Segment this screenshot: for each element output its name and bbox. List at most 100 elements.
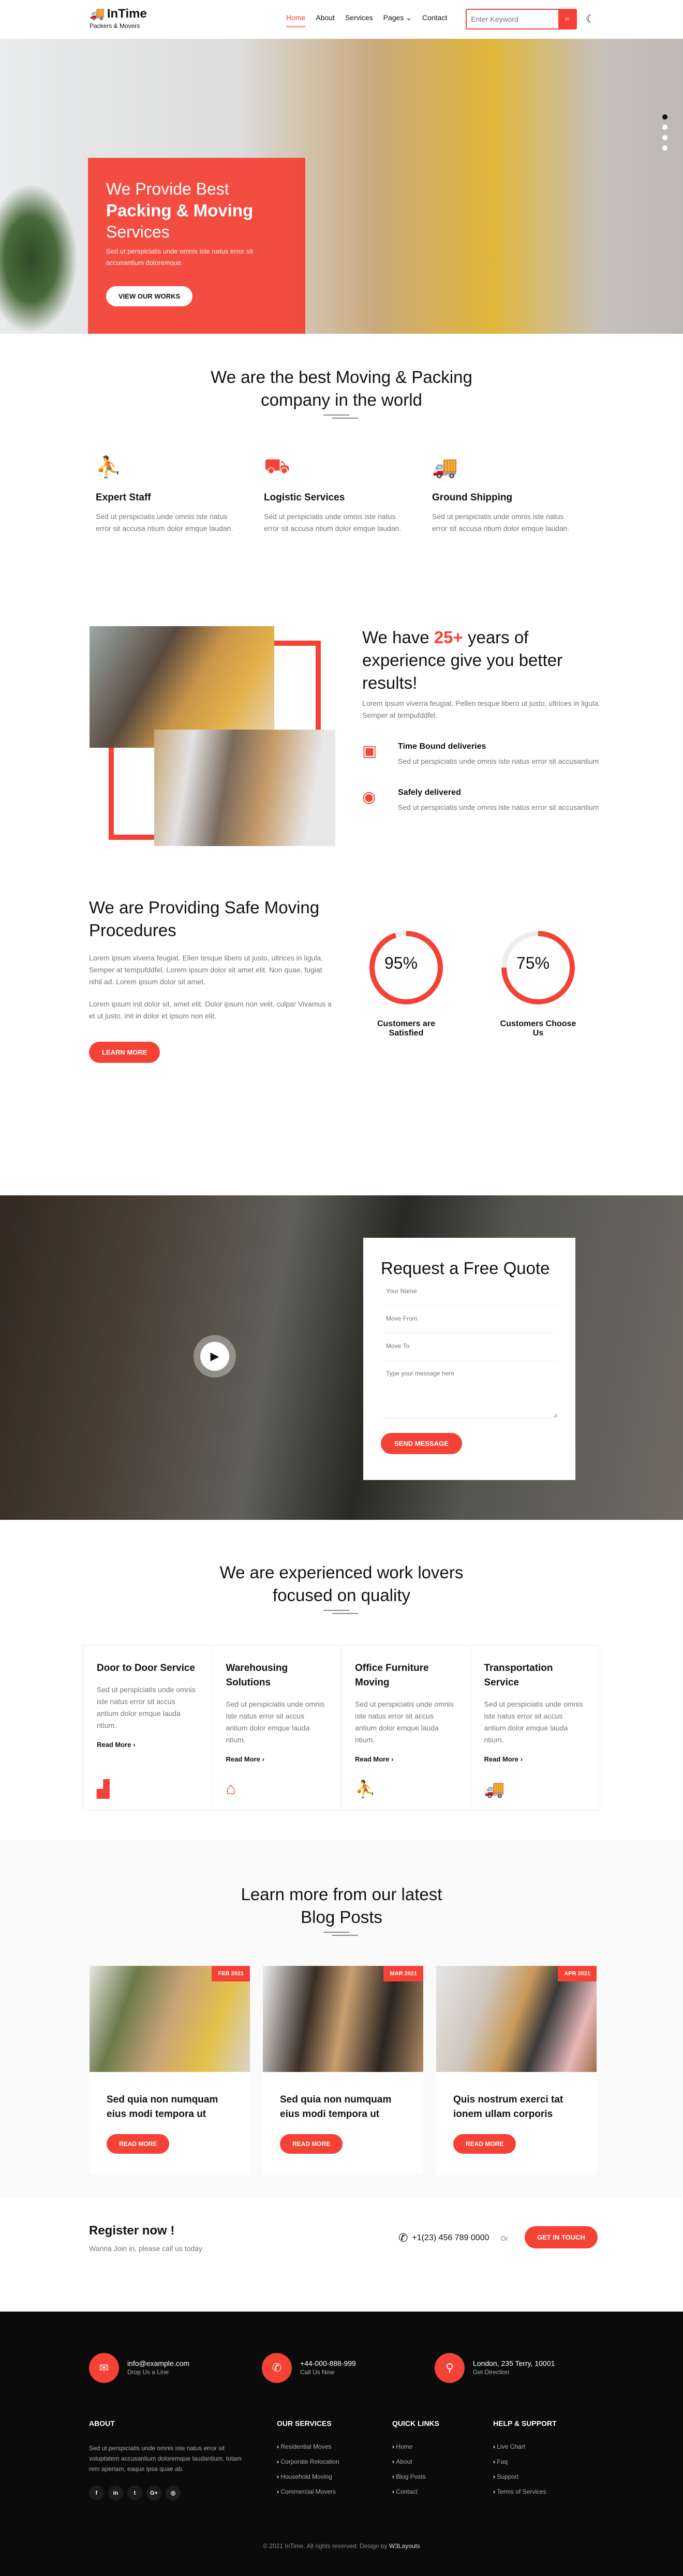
read-more-link[interactable]: Read More › <box>226 1755 328 1763</box>
post-title[interactable]: Sed quia non numquam eius modi tempora u… <box>280 2093 406 2122</box>
post-date: MAR 2021 <box>383 1966 423 1981</box>
read-more-link[interactable]: Read More › <box>355 1755 457 1763</box>
post-image[interactable]: MAR 2021 <box>263 1966 423 2072</box>
item-title: Safely delivered <box>398 788 461 797</box>
slider-dot[interactable] <box>662 125 667 130</box>
title-line: We are the best Moving & Packing <box>211 367 472 387</box>
phone-volume-icon: ✆ <box>398 2231 408 2244</box>
feature-title: Logistic Services <box>264 492 345 503</box>
footer-services: OUR SERVICES Residential Moves Corporate R… <box>277 2419 392 2503</box>
slider-dot[interactable] <box>662 135 667 140</box>
slider-dots <box>662 114 667 151</box>
footer-link[interactable]: Commercial Movers <box>277 2488 392 2495</box>
post-title[interactable]: Sed quia non numquam eius modi tempora u… <box>107 2093 233 2122</box>
search-icon: ⌕ <box>565 14 570 23</box>
brand-name: InTime <box>107 6 147 21</box>
people-carry-icon: ⛹ <box>96 456 122 479</box>
post-title[interactable]: Quis nostrum exerci tat ionem ullam corp… <box>453 2093 580 2122</box>
read-more-button[interactable]: READ MORE <box>453 2134 516 2154</box>
facebook-icon[interactable]: f <box>89 2485 104 2500</box>
contact-main[interactable]: London, 235 Terry, 10001 <box>473 2359 555 2367</box>
contact-email: ✉ info@example.com Drop Us a Line <box>89 2353 262 2383</box>
title-underline <box>323 1932 360 1936</box>
footer-link[interactable]: Faq <box>493 2458 597 2465</box>
contact-main[interactable]: +44-000-888-999 <box>300 2359 356 2367</box>
post-image[interactable]: FEB 2021 <box>90 1966 250 2072</box>
play-video-button[interactable]: ▶ <box>194 1335 236 1378</box>
linkedin-icon[interactable]: in <box>108 2485 123 2500</box>
footer-link[interactable]: Residential Moves <box>277 2443 392 2450</box>
service-card: Door to Door Service Sed ut perspiciatis … <box>83 1646 213 1810</box>
phone-number[interactable]: +1(23) 456 789 0000 <box>412 2233 489 2243</box>
time-bound-item: ▣ Time Bound deliveries Sed ut perspiciati… <box>362 742 600 767</box>
read-more-link[interactable]: Read More › <box>484 1755 587 1763</box>
site-footer: ✉ info@example.com Drop Us a Line ✆ +44-000… <box>0 2312 683 2576</box>
twitter-icon[interactable]: t <box>127 2485 142 2500</box>
main-nav: Home About Services Pages ⌄ Contact <box>286 13 447 27</box>
slider-dot[interactable] <box>662 145 667 151</box>
footer-link[interactable]: Home <box>392 2443 493 2450</box>
designer-link[interactable]: W3Layouts <box>389 2542 420 2550</box>
experience-section: We have 25+ years of experience give you… <box>0 616 683 880</box>
footer-link[interactable]: About <box>392 2458 493 2465</box>
feature-ground-shipping: 🚚 Ground Shipping Sed ut perspiciatis unde… <box>432 455 600 535</box>
message-textarea[interactable] <box>381 1360 558 1418</box>
stat-value: 75% <box>516 954 550 972</box>
feature-text: Sed ut perspiciatis unde omnis iste natu… <box>96 512 233 532</box>
stat-satisfied: 95% Customers are Satisfied <box>362 929 450 1038</box>
hero-slider: We Provide Best Packing & Moving Service… <box>0 39 683 334</box>
read-more-button[interactable]: READ MORE <box>107 2134 170 2154</box>
post-image[interactable]: APR 2021 <box>436 1966 597 2072</box>
dark-mode-toggle-moon-icon[interactable]: ☾ <box>586 12 595 25</box>
move-to-input[interactable] <box>381 1333 558 1360</box>
people-carry-icon: ⛹ <box>355 1780 376 1798</box>
envelope-open-icon: ✉ <box>89 2353 119 2383</box>
door-icon: ▟ <box>97 1780 110 1798</box>
name-input[interactable] <box>381 1278 558 1306</box>
service-text: Sed ut perspiciatis unde omnis iste natu… <box>355 1700 454 1744</box>
hero-title-line2: Packing & Moving <box>106 201 254 220</box>
nav-about[interactable]: About <box>316 13 335 27</box>
experience-lead: Lorem ipsum viverra feugiat. Pellen tesq… <box>362 699 600 719</box>
blog-post: FEB 2021 Sed quia non numquam eius modi t… <box>90 1966 250 2174</box>
view-works-button[interactable]: VIEW OUR WORKS <box>106 286 193 306</box>
service-card: Office Furniture Moving Sed ut perspiciat… <box>342 1646 471 1810</box>
video-quote-section: ▶ Request a Free Quote SEND MESSAGE <box>0 1195 683 1520</box>
title-underline <box>323 414 360 419</box>
footer-link[interactable]: Contact <box>392 2488 493 2495</box>
learn-more-button[interactable]: LEARN MORE <box>89 1042 160 1063</box>
register-title: Register now ! <box>89 2224 175 2238</box>
google-plus-icon[interactable]: G+ <box>146 2485 161 2500</box>
nav-pages-label: Pages <box>383 13 404 22</box>
logo[interactable]: 🚚 InTime Packers & Movers <box>90 6 147 30</box>
item-text: Sed ut perspiciatis unde omnis iste natu… <box>398 803 599 811</box>
hero-text: Sed ut perspiciatis unde omnis iste natu… <box>106 247 253 267</box>
register-section: Register now ! Wanna Join in, please cal… <box>0 2198 683 2312</box>
search-button[interactable]: ⌕ <box>558 10 576 28</box>
footer-link[interactable]: Terms of Services <box>493 2488 597 2495</box>
best-company-section: We are the best Moving & Packing company … <box>0 334 683 616</box>
service-title: Warehousing Solutions <box>226 1663 288 1688</box>
search-input[interactable] <box>467 10 558 28</box>
contact-sub: Drop Us a Line <box>127 2368 169 2376</box>
footer-heading: QUICK LINKS <box>392 2419 439 2427</box>
footer-quick-links: QUICK LINKSHomeAboutBlog PostsContact <box>392 2419 493 2503</box>
read-more-button[interactable]: READ MORE <box>280 2134 343 2154</box>
read-more-link[interactable]: Read More › <box>97 1741 199 1749</box>
contact-sub: Call Us Now <box>300 2368 335 2376</box>
safely-delivered-item: ◉ Safely delivered Sed ut perspiciatis und… <box>362 788 600 813</box>
nav-contact[interactable]: Contact <box>422 13 447 27</box>
move-from-input[interactable] <box>381 1306 558 1333</box>
send-message-button[interactable]: SEND MESSAGE <box>381 1433 462 1454</box>
instagram-icon[interactable]: ◎ <box>166 2485 181 2500</box>
nav-pages[interactable]: Pages ⌄ <box>383 13 412 27</box>
slider-dot[interactable] <box>662 114 667 120</box>
footer-heading: OUR SERVICES <box>277 2419 332 2427</box>
nav-home[interactable]: Home <box>286 13 306 27</box>
nav-services[interactable]: Services <box>345 13 373 27</box>
contact-main[interactable]: info@example.com <box>127 2359 189 2367</box>
footer-link[interactable]: Corporate Relocation <box>277 2458 392 2465</box>
feature-expert-staff: ⛹ Expert Staff Sed ut perspiciatis unde om… <box>96 455 264 535</box>
get-in-touch-button[interactable]: GET IN TOUCH <box>525 2226 598 2248</box>
footer-link[interactable]: Live Chart <box>493 2443 597 2450</box>
